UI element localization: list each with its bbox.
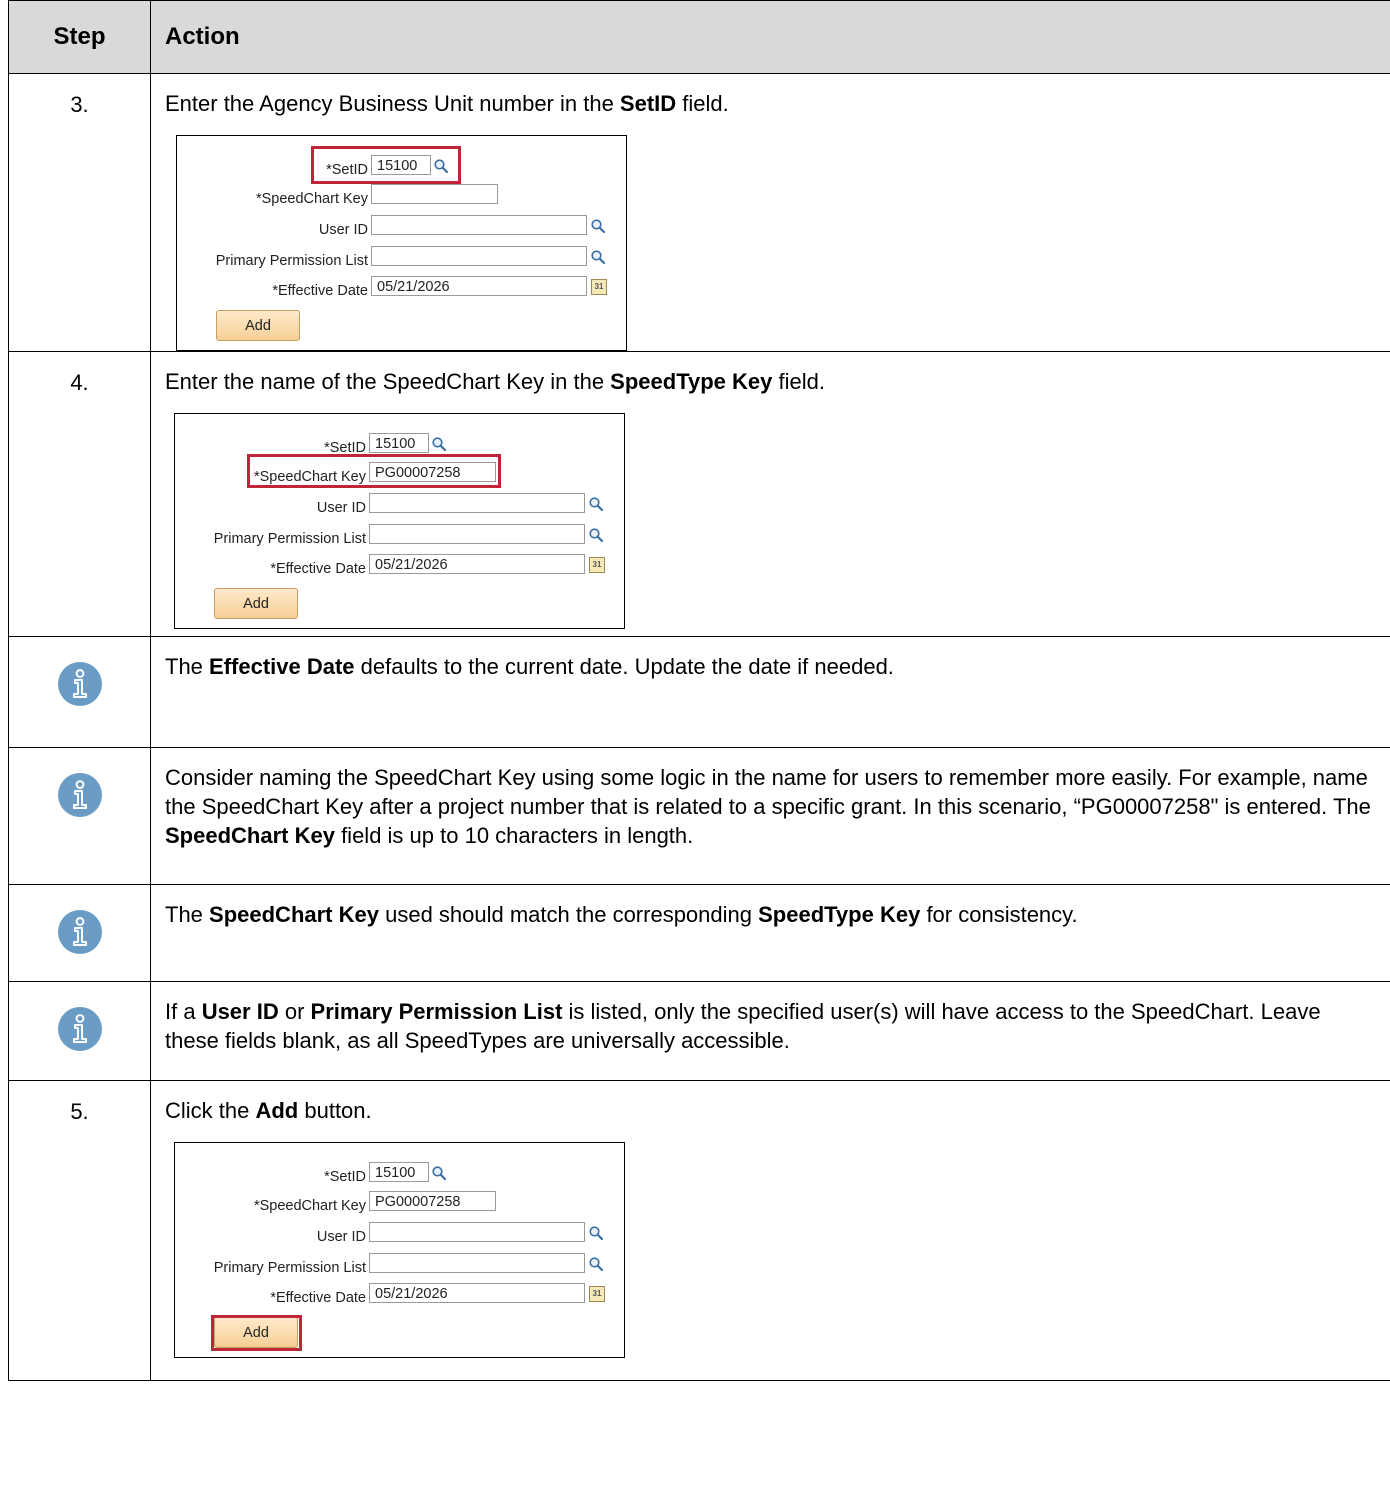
calendar-icon[interactable]: 31 <box>591 279 607 295</box>
primary-permission-list-label: Primary Permission List <box>215 253 368 269</box>
action-cell: Enter the name of the SpeedChart Key in … <box>150 351 1390 637</box>
user-id-label: User ID <box>316 500 366 516</box>
action-text: Click the Add button. <box>165 1098 372 1123</box>
procedure-table: Step Action 3. Enter the Agency Business… <box>8 0 1390 1381</box>
note-cell: The Effective Date defaults to the curre… <box>150 636 1390 748</box>
effective-date-label: *Effective Date <box>270 1290 366 1306</box>
user-id-label: User ID <box>316 1229 366 1245</box>
action-column-header: Action <box>150 0 1390 74</box>
info-cell <box>8 636 151 748</box>
add-button[interactable]: Add <box>214 588 298 619</box>
note-text: If a User ID or Primary Permission List … <box>165 999 1321 1053</box>
primary-permission-list-label: Primary Permission List <box>213 531 366 547</box>
setid-field[interactable]: 15100 <box>369 1162 429 1182</box>
user-id-field[interactable] <box>369 1222 585 1242</box>
calendar-icon[interactable]: 31 <box>589 557 605 573</box>
note-cell: The SpeedChart Key used should match the… <box>150 884 1390 982</box>
effective-date-field[interactable]: 05/21/2026 <box>369 1283 585 1303</box>
step-number: 4. <box>8 351 151 637</box>
user-id-label: User ID <box>318 222 368 238</box>
speedchart-key-label: *SpeedChart Key <box>253 1198 366 1214</box>
table-row: 5. Click the Add button. *SetID 15100 *Spe… <box>8 1080 1390 1381</box>
action-text: Enter the name of the SpeedChart Key in … <box>165 369 825 394</box>
user-id-field[interactable] <box>371 215 587 235</box>
step-number: 3. <box>8 73 151 352</box>
note-text: The Effective Date defaults to the curre… <box>165 654 894 679</box>
note-cell: If a User ID or Primary Permission List … <box>150 981 1390 1081</box>
highlight-box <box>311 146 461 184</box>
magnifier-icon[interactable] <box>590 218 606 234</box>
table-row: 3. Enter the Agency Business Unit number… <box>8 73 1390 352</box>
table-row: The SpeedChart Key used should match the… <box>8 884 1390 982</box>
info-icon <box>57 662 102 706</box>
setid-label: *SetID <box>324 1169 366 1185</box>
screenshot-speedchart-key: *SetID 15100 *SpeedChart Key PG00007258 User… <box>174 413 625 629</box>
user-id-field[interactable] <box>369 493 585 513</box>
highlight-box <box>211 1315 302 1351</box>
info-icon <box>57 1007 102 1051</box>
action-text: Enter the Agency Business Unit number in… <box>165 91 729 116</box>
action-cell: Click the Add button. *SetID 15100 *SpeedC… <box>150 1080 1390 1381</box>
action-cell: Enter the Agency Business Unit number in… <box>150 73 1390 352</box>
table-row: If a User ID or Primary Permission List … <box>8 981 1390 1081</box>
table-row: 4. Enter the name of the SpeedChart Key … <box>8 351 1390 637</box>
add-button[interactable]: Add <box>216 310 300 341</box>
magnifier-icon[interactable] <box>431 436 447 452</box>
header-row: Step Action <box>8 0 1390 74</box>
speedchart-key-field[interactable]: PG00007258 <box>369 1191 496 1211</box>
speedchart-key-field[interactable] <box>371 184 498 204</box>
primary-permission-list-field[interactable] <box>371 246 587 266</box>
screenshot-setid: *SetID 15100 *SpeedChart Key User ID Primary… <box>176 135 627 351</box>
speedchart-key-label: *SpeedChart Key <box>255 191 368 207</box>
screenshot-add-button: *SetID 15100 *SpeedChart Key PG00007258 User… <box>174 1142 625 1358</box>
note-cell: Consider naming the SpeedChart Key using… <box>150 747 1390 885</box>
primary-permission-list-label: Primary Permission List <box>213 1260 366 1276</box>
info-icon <box>57 910 102 954</box>
step-column-header: Step <box>8 0 151 74</box>
effective-date-field[interactable]: 05/21/2026 <box>369 554 585 574</box>
magnifier-icon[interactable] <box>588 1256 604 1272</box>
primary-permission-list-field[interactable] <box>369 524 585 544</box>
effective-date-label: *Effective Date <box>272 283 368 299</box>
magnifier-icon[interactable] <box>588 1225 604 1241</box>
info-icon <box>57 773 102 817</box>
note-text: Consider naming the SpeedChart Key using… <box>165 765 1371 848</box>
effective-date-field[interactable]: 05/21/2026 <box>371 276 587 296</box>
table-row: Consider naming the SpeedChart Key using… <box>8 747 1390 885</box>
info-cell <box>8 884 151 982</box>
note-text: The SpeedChart Key used should match the… <box>165 902 1078 927</box>
highlight-box <box>247 454 501 488</box>
primary-permission-list-field[interactable] <box>369 1253 585 1273</box>
magnifier-icon[interactable] <box>431 1165 447 1181</box>
magnifier-icon[interactable] <box>588 527 604 543</box>
magnifier-icon[interactable] <box>588 496 604 512</box>
magnifier-icon[interactable] <box>590 249 606 265</box>
info-cell <box>8 981 151 1081</box>
setid-field[interactable]: 15100 <box>369 433 429 453</box>
info-cell <box>8 747 151 885</box>
effective-date-label: *Effective Date <box>270 561 366 577</box>
table-row: The Effective Date defaults to the curre… <box>8 636 1390 748</box>
calendar-icon[interactable]: 31 <box>589 1286 605 1302</box>
step-number: 5. <box>8 1080 151 1381</box>
